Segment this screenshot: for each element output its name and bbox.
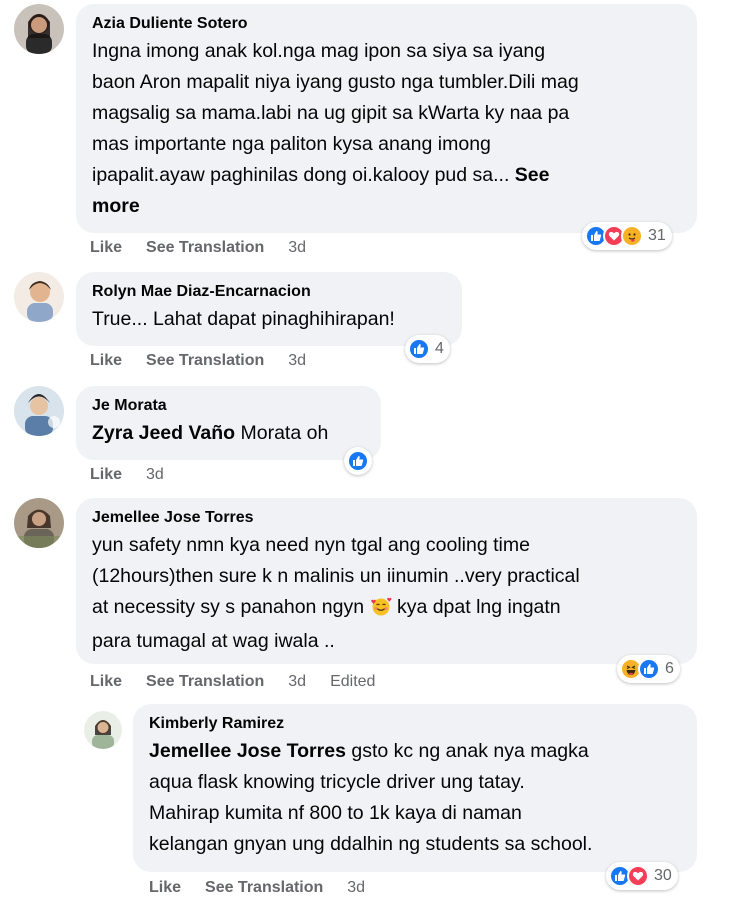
comment-bubble: Azia Duliente Sotero Ingna imong anak ko…: [76, 4, 697, 233]
comment-author[interactable]: Azia Duliente Sotero: [92, 14, 681, 34]
see-translation-button[interactable]: See Translation: [146, 351, 264, 371]
like-button[interactable]: Like: [90, 672, 122, 692]
like-button[interactable]: Like: [90, 238, 122, 258]
reaction-summary[interactable]: 4: [405, 335, 450, 363]
comment-timestamp[interactable]: 3d: [347, 878, 365, 898]
comment-line: at necessity sy s panahon ngyn kya dpat …: [92, 592, 681, 626]
reaction-summary[interactable]: 6: [617, 655, 680, 683]
like-button[interactable]: Like: [90, 351, 122, 371]
comment-line-text: at necessity sy s panahon ngyn: [92, 596, 365, 618]
see-more-link[interactable]: more: [92, 195, 140, 217]
like-button[interactable]: Like: [90, 465, 122, 485]
reaction-summary[interactable]: 31: [582, 222, 672, 250]
avatar[interactable]: [14, 386, 64, 436]
reaction-summary[interactable]: 30: [606, 862, 678, 890]
comment-timestamp[interactable]: 3d: [288, 351, 306, 371]
reaction-count: 30: [654, 867, 672, 884]
avatar[interactable]: [14, 272, 64, 322]
avatar[interactable]: [84, 711, 122, 749]
reaction-count: 31: [648, 227, 666, 244]
comment-author[interactable]: Jemellee Jose Torres: [92, 508, 681, 528]
comment-bubble: Kimberly Ramirez Jemellee Jose Torres gs…: [133, 704, 697, 872]
comment-line-text: ipapalit.ayaw paghinilas dong oi.kalooy …: [92, 164, 510, 186]
avatar[interactable]: [14, 498, 64, 548]
comment-timestamp[interactable]: 3d: [288, 672, 306, 692]
comment-text: yun safety nmn kya need nyn tgal ang coo…: [92, 530, 681, 657]
comment-actions: Like See Translation 3d: [90, 238, 306, 258]
comment-line: para tumagal at wag iwala ..: [92, 630, 335, 652]
comment-line: Mahirap kumita nf 800 to 1k kaya di nama…: [149, 802, 522, 824]
comment-text: Ingna imong anak kol.nga mag ipon sa siy…: [92, 36, 681, 222]
care-icon: [621, 225, 643, 247]
mention-link[interactable]: Jemellee Jose Torres: [149, 740, 346, 762]
comment-line: Jemellee Jose Torres gsto kc ng anak nya…: [149, 736, 681, 767]
comment-line: kelangan gnyan ung ddalhin ng students s…: [149, 833, 593, 855]
like-icon: [408, 338, 430, 360]
comment-line: baon Aron mapalit niya iyang gusto nga t…: [92, 71, 579, 93]
comment-actions: Like 3d: [90, 465, 164, 485]
comment-line: (12hours)then sure k n malinis un iinumi…: [92, 565, 580, 587]
comment-line: yun safety nmn kya need nyn tgal ang coo…: [92, 534, 530, 556]
comment-text-rest: Morata oh: [235, 422, 329, 444]
love-icon: [627, 865, 649, 887]
comment-timestamp[interactable]: 3d: [288, 238, 306, 258]
comment-line-text: kya dpat lng ingatn: [396, 596, 561, 618]
see-translation-button[interactable]: See Translation: [146, 672, 264, 692]
comment-bubble: Jemellee Jose Torres yun safety nmn kya …: [76, 498, 697, 664]
comment-line: mas importante nga paliton kysa anang im…: [92, 133, 491, 155]
smiling-face-with-hearts-emoji: [370, 595, 392, 626]
comment-author[interactable]: Rolyn Mae Diaz-Encarnacion: [92, 282, 446, 302]
comment-text: Zyra Jeed Vaño Morata oh: [92, 418, 365, 449]
comment-timestamp[interactable]: 3d: [146, 465, 164, 485]
like-button[interactable]: Like: [149, 878, 181, 898]
avatar[interactable]: [14, 4, 64, 54]
reaction-count: 4: [435, 340, 444, 357]
comment-author[interactable]: Je Morata: [92, 396, 365, 416]
comment-line: Ingna imong anak kol.nga mag ipon sa siy…: [92, 40, 546, 62]
comment-line: ipapalit.ayaw paghinilas dong oi.kalooy …: [92, 160, 681, 191]
reaction-count: 6: [665, 660, 674, 677]
comment-author[interactable]: Kimberly Ramirez: [149, 714, 681, 734]
see-more-link[interactable]: See: [515, 164, 550, 186]
comment-bubble: Rolyn Mae Diaz-Encarnacion True... Lahat…: [76, 272, 462, 346]
see-translation-button[interactable]: See Translation: [146, 238, 264, 258]
reaction-summary[interactable]: [344, 447, 372, 475]
like-icon: [638, 658, 660, 680]
comment-bubble: Je Morata Zyra Jeed Vaño Morata oh: [76, 386, 381, 460]
comment-line: aqua flask knowing tricycle driver ung t…: [149, 771, 525, 793]
like-icon: [347, 450, 369, 472]
comment-actions: Like See Translation 3d Edited: [90, 672, 375, 692]
mention-link[interactable]: Zyra Jeed Vaño: [92, 422, 235, 444]
comment-actions: Like See Translation 3d: [149, 878, 365, 898]
see-translation-button[interactable]: See Translation: [205, 878, 323, 898]
edited-label[interactable]: Edited: [330, 672, 375, 692]
comment-actions: Like See Translation 3d: [90, 351, 306, 371]
comment-line-text: gsto kc ng anak nya magka: [345, 740, 589, 762]
comment-text: True... Lahat dapat pinaghihirapan!: [92, 308, 395, 330]
comment-line: magsalig sa mama.labi na ug gipit sa kWa…: [92, 102, 570, 124]
comment-text: Jemellee Jose Torres gsto kc ng anak nya…: [149, 736, 681, 860]
